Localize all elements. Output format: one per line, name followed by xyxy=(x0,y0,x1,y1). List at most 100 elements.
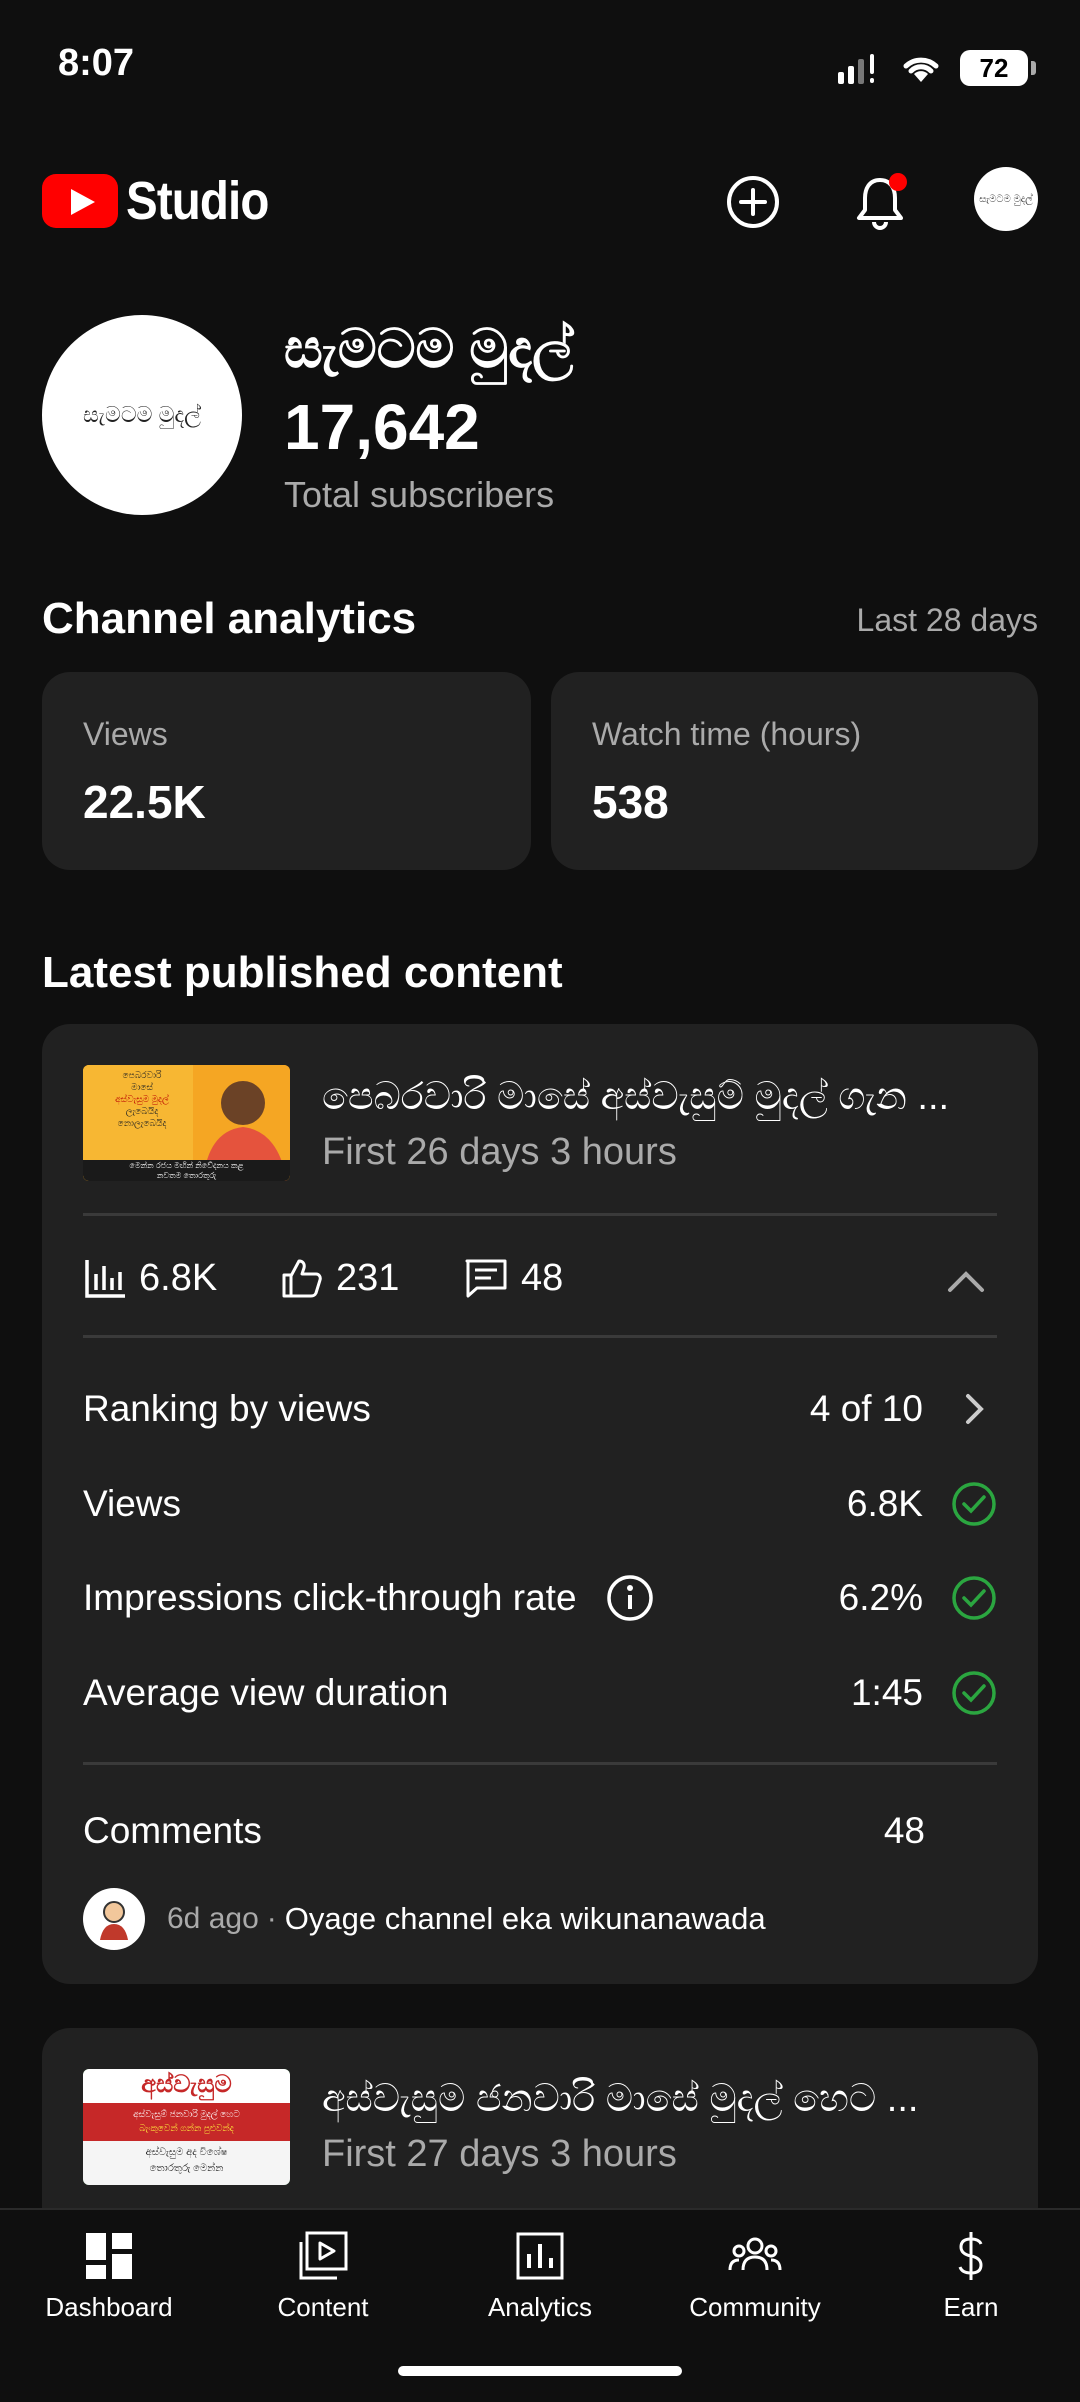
comment-icon xyxy=(465,1259,507,1298)
analytics-icon xyxy=(516,2232,564,2280)
dollar-icon xyxy=(958,2232,983,2280)
subscriber-count: 17,642 xyxy=(284,391,480,463)
latest-content-title: Latest published content xyxy=(42,948,563,997)
commenter-avatar xyxy=(83,1888,145,1950)
content-icon xyxy=(299,2231,348,2280)
video-thumbnail[interactable]: පෙබරවාරි මාසේ අස්වැසුම මුදල් ලැබෙයිද නොල… xyxy=(83,1065,290,1181)
watch-time-metric-card[interactable]: Watch time (hours) 538 xyxy=(551,672,1038,870)
bell-icon xyxy=(857,173,907,230)
row-label: Views xyxy=(83,1483,182,1524)
video-info[interactable]: අස්වැසුම ජනවාරි මාසේ මුදල් හෙට ... First… xyxy=(322,2078,1002,2176)
thumb-text: මෙන්න රජය මඟින් නිවේදනය කළ xyxy=(129,1161,244,1170)
divider xyxy=(83,1335,997,1338)
check-circle-icon xyxy=(952,1482,996,1526)
thumb-text: පෙබරවාරි xyxy=(122,1070,162,1080)
youtube-logo-icon xyxy=(42,174,118,228)
bar-chart-icon xyxy=(85,1260,125,1298)
metric-value: 22.5K xyxy=(83,776,206,828)
create-button[interactable] xyxy=(715,164,791,240)
video-title: පෙබරවාරි මාසේ අස්වැසුම් මුදල් ගැන ... xyxy=(322,1076,950,1118)
thumb-text: අස්වැසුම අද විශේෂ xyxy=(145,2147,228,2158)
row-value: 6.2% xyxy=(838,1577,923,1618)
comments-label: Comments xyxy=(83,1810,262,1851)
thumb-text: අස්වැසුම මුදල් xyxy=(115,1094,169,1104)
chevron-up-icon xyxy=(948,1271,984,1292)
info-icon[interactable] xyxy=(605,1573,655,1623)
chevron-right-icon xyxy=(966,1394,984,1424)
subscriber-label: Total subscribers xyxy=(284,474,555,515)
channel-avatar: සැමටම මුදල් xyxy=(42,315,242,515)
channel-name: සැමටම මුදල් xyxy=(284,319,574,379)
divider xyxy=(83,1762,997,1765)
views-row: Views 6.8K xyxy=(83,1481,997,1527)
row-label: Ranking by views xyxy=(83,1388,371,1429)
thumbs-up-icon xyxy=(282,1259,322,1298)
notifications-button[interactable] xyxy=(842,164,918,240)
latest-comment[interactable]: 6d ago · Oyage channel eka wikunanawada xyxy=(83,1888,766,1950)
nav-earn[interactable]: Earn xyxy=(886,2230,1056,2323)
nav-label: Earn xyxy=(943,2292,999,2322)
nav-content[interactable]: Content xyxy=(238,2230,408,2323)
metric-value: 538 xyxy=(592,776,669,828)
video-thumbnail[interactable]: අස්වැසුම අස්වැසුම් ජනවාරි මුදල් හෙට බැංක… xyxy=(83,2069,290,2185)
comments-total: 48 xyxy=(883,1810,925,1851)
nav-label: Dashboard xyxy=(45,2292,173,2322)
battery-icon: 72 xyxy=(960,50,1036,86)
dashboard-icon xyxy=(86,2233,132,2279)
views-count: 6.8K xyxy=(139,1256,218,1299)
youtube-studio-logo: Studio xyxy=(42,170,288,232)
thumb-text: ලැබෙයිද xyxy=(125,1106,159,1116)
nav-dashboard[interactable]: Dashboard xyxy=(24,2230,194,2323)
comments-stat: 48 xyxy=(463,1256,563,1300)
comment-text: Oyage channel eka wikunanawada xyxy=(284,1901,766,1936)
wifi-icon xyxy=(903,57,939,82)
views-stat: 6.8K xyxy=(83,1256,217,1300)
nav-label: Community xyxy=(689,2292,821,2322)
video-period: First 27 days 3 hours xyxy=(322,2133,677,2175)
comments-count: 48 xyxy=(521,1256,564,1299)
thumb-text: බැංකුවෙන් ගන්න පුළුවන්ද xyxy=(139,2123,234,2133)
thumb-text: අස්වැසුම xyxy=(141,2071,232,2098)
home-indicator[interactable] xyxy=(398,2366,682,2376)
ctr-row: Impressions click-through rate 6.2% xyxy=(83,1575,997,1621)
thumb-text: අස්වැසුම් ජනවාරි මුදල් හෙට xyxy=(133,2109,240,2119)
thumb-text: මාසේ xyxy=(130,1082,154,1092)
ranking-row[interactable]: Ranking by views 4 of 10 xyxy=(83,1386,997,1432)
analytics-period: Last 28 days xyxy=(856,602,1038,638)
status-icons: 72 xyxy=(836,46,1036,90)
comment-separator: · xyxy=(266,1902,277,1935)
signal-icon xyxy=(838,54,874,84)
nav-community[interactable]: Community xyxy=(670,2230,840,2323)
row-value: 4 of 10 xyxy=(809,1388,923,1429)
likes-count: 231 xyxy=(336,1256,400,1299)
app-name: Studio xyxy=(126,171,269,231)
divider xyxy=(83,1213,997,1216)
account-avatar[interactable]: සැමටම මුදල් xyxy=(974,167,1038,231)
row-value: 1:45 xyxy=(850,1672,923,1713)
row-label: Average view duration xyxy=(83,1672,449,1713)
video-info[interactable]: පෙබරවාරි මාසේ අස්වැසුම් මුදල් ගැන ... Fi… xyxy=(322,1076,1002,1174)
comment-age: 6d ago xyxy=(167,1902,259,1935)
metric-label: Watch time (hours) xyxy=(592,716,862,752)
collapse-button[interactable] xyxy=(942,1262,990,1302)
row-value: 6.8K xyxy=(846,1483,923,1524)
status-time: 8:07 xyxy=(58,42,135,84)
nav-label: Analytics xyxy=(487,2292,593,2322)
video-period: First 26 days 3 hours xyxy=(322,1131,677,1173)
community-icon xyxy=(728,2237,782,2271)
likes-stat: 231 xyxy=(280,1256,399,1300)
check-circle-icon xyxy=(952,1576,996,1620)
thumb-text: නවතම තොරතුරු xyxy=(156,1171,217,1180)
check-circle-icon xyxy=(952,1671,996,1715)
thumb-text: තොරතුරු මෙන්න xyxy=(149,2163,224,2174)
plus-circle-icon xyxy=(727,176,779,228)
comments-row[interactable]: Comments 48 xyxy=(83,1808,925,1854)
row-label: Impressions click-through rate xyxy=(83,1577,577,1618)
video-title: අස්වැසුම ජනවාරි මාසේ මුදල් හෙට ... xyxy=(322,2078,919,2120)
nav-analytics[interactable]: Analytics xyxy=(455,2230,625,2323)
metric-label: Views xyxy=(83,716,168,752)
views-metric-card[interactable]: Views 22.5K xyxy=(42,672,531,870)
user-cartoon-icon xyxy=(100,1901,128,1940)
avg-duration-row: Average view duration 1:45 xyxy=(83,1670,997,1716)
nav-label: Content xyxy=(277,2292,369,2322)
